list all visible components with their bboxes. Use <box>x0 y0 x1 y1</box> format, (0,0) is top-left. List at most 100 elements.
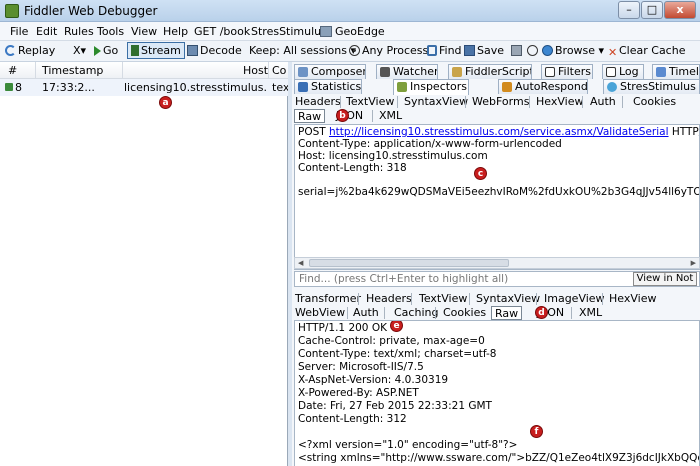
fiddlerscript-icon <box>452 67 462 77</box>
scrollbar-thumb[interactable] <box>309 259 509 267</box>
screenshot-button[interactable] <box>511 44 524 57</box>
tab-inspectors[interactable]: Inspectors <box>393 79 469 95</box>
response-xml-declaration: <?xml version="1.0" encoding="utf-8"?> <box>298 439 518 451</box>
replay-button[interactable]: Replay <box>5 44 55 57</box>
tab-stresstimulus[interactable]: StresStimulus <box>603 79 700 94</box>
request-tab-cookies[interactable]: Cookies <box>633 95 676 109</box>
tab-autoresponder[interactable]: AutoResponder <box>498 79 588 94</box>
response-tab-cookies[interactable]: Cookies <box>443 306 486 320</box>
tab-log[interactable]: Log <box>602 64 644 79</box>
remove-button[interactable]: X▾ <box>73 44 86 57</box>
column-host[interactable]: Host <box>243 64 268 77</box>
response-tab-auth[interactable]: Auth <box>353 306 379 320</box>
minimize-button[interactable]: – <box>618 1 640 19</box>
session-host: licensing10.stresstimulus.com <box>124 81 267 94</box>
response-tabs-row-1: Transformer Headers TextView SyntaxView … <box>292 292 700 306</box>
window-title: Fiddler Web Debugger <box>24 4 158 18</box>
response-line: Cache-Control: private, max-age=0 <box>298 335 485 347</box>
request-horizontal-scrollbar[interactable]: ◀ ▶ <box>294 257 700 269</box>
globe-icon <box>542 45 553 56</box>
session-list-header: # Timestamp Host Co <box>0 62 288 79</box>
keep-sessions-dropdown[interactable]: Keep: All sessions ▾ <box>249 44 356 57</box>
composer-icon <box>298 67 308 77</box>
response-tab-webview[interactable]: WebView <box>295 306 345 320</box>
session-row[interactable]: 8 17:33:2... licensing10.stresstimulus.c… <box>0 79 288 96</box>
tab-fiddlerscript[interactable]: FiddlerScript <box>448 64 532 79</box>
inspector-panel: Composer Watcher FiddlerScript Filters L… <box>292 62 700 466</box>
save-button[interactable]: Save <box>464 44 504 57</box>
request-tab-syntaxview[interactable]: SyntaxView <box>404 95 468 109</box>
view-in-notepad-button[interactable]: View in Not <box>633 272 697 286</box>
menu-stresstimulus[interactable]: StresStimulus <box>251 25 327 38</box>
maximize-button[interactable]: □ <box>641 1 663 19</box>
browse-button[interactable]: Browse ▾ <box>542 44 604 57</box>
menu-get-book[interactable]: GET /book <box>194 25 250 38</box>
decode-button[interactable]: Decode <box>187 44 242 57</box>
stream-icon <box>131 45 139 56</box>
response-tab-caching[interactable]: Caching <box>394 306 438 320</box>
toolbar: Replay X▾ Go Stream Decode Keep: All ses… <box>0 41 700 62</box>
response-tab-hexview[interactable]: HexView <box>609 292 656 306</box>
tab-composer[interactable]: Composer <box>294 64 366 79</box>
response-line: Content-Type: text/xml; charset=utf-8 <box>298 348 497 360</box>
timer-button[interactable] <box>527 44 540 57</box>
session-timestamp: 17:33:2... <box>42 81 95 94</box>
response-tab-xml[interactable]: XML <box>579 306 602 320</box>
request-tab-headers[interactable]: Headers <box>295 95 341 109</box>
inspectors-icon <box>397 82 407 92</box>
request-tab-raw[interactable]: Raw <box>294 109 326 123</box>
log-icon <box>606 67 616 77</box>
request-tabs-row-2: Raw JSON XML <box>292 109 700 123</box>
request-tab-hexview[interactable]: HexView <box>536 95 583 109</box>
tab-timeline[interactable]: Timeline <box>652 64 700 79</box>
tab-filters[interactable]: Filters <box>541 64 593 79</box>
menu-bar: File Edit Rules Tools View Help GET /boo… <box>0 22 700 41</box>
decode-icon <box>187 45 198 56</box>
response-tab-headers[interactable]: Headers <box>366 292 412 306</box>
tab-watcher[interactable]: Watcher <box>376 64 438 79</box>
annotation-marker-c: c <box>474 167 487 180</box>
column-content[interactable]: Co <box>272 64 286 77</box>
response-line: Content-Length: 312 <box>298 413 407 425</box>
tabs-row-1: Composer Watcher FiddlerScript Filters L… <box>292 64 700 79</box>
menu-file[interactable]: File <box>10 25 28 38</box>
request-url-link[interactable]: http://licensing10.stresstimulus.com/ser… <box>329 126 669 138</box>
request-tab-textview[interactable]: TextView <box>346 95 394 109</box>
request-tab-webforms[interactable]: WebForms <box>472 95 529 109</box>
menu-edit[interactable]: Edit <box>36 25 57 38</box>
timeline-icon <box>656 67 666 77</box>
request-tab-auth[interactable]: Auth <box>590 95 616 109</box>
menu-help[interactable]: Help <box>163 25 188 38</box>
response-tab-raw[interactable]: Raw <box>491 306 523 320</box>
any-process-button[interactable]: Any Process <box>349 44 428 57</box>
clear-cache-button[interactable]: ✕ Clear Cache <box>608 44 685 59</box>
annotation-marker-d: d <box>535 306 548 319</box>
response-tab-syntaxview[interactable]: SyntaxView <box>476 292 540 306</box>
request-tab-xml[interactable]: XML <box>379 109 402 123</box>
response-line: HTTP/1.1 200 OK <box>298 322 387 334</box>
menu-rules[interactable]: Rules <box>64 25 94 38</box>
replay-icon <box>5 45 16 56</box>
response-ok-icon <box>5 83 13 91</box>
response-tab-imageview[interactable]: ImageView <box>544 292 605 306</box>
tab-statistics[interactable]: Statistics <box>294 79 362 94</box>
request-raw-text[interactable]: POST http://licensing10.stresstimulus.co… <box>294 124 700 270</box>
menu-view[interactable]: View <box>131 25 157 38</box>
response-xml-string: <string xmlns="http://www.ssware.com/">b… <box>298 452 699 464</box>
go-button[interactable]: Go <box>94 44 118 57</box>
camera-icon <box>511 45 522 56</box>
menu-tools[interactable]: Tools <box>97 25 124 38</box>
response-raw-text[interactable]: HTTP/1.1 200 OK Cache-Control: private, … <box>294 320 700 466</box>
find-input[interactable]: Find... (press Ctrl+Enter to highlight a… <box>299 273 508 285</box>
response-tab-transformer[interactable]: Transformer <box>295 292 361 306</box>
column-timestamp[interactable]: Timestamp <box>42 64 103 77</box>
stream-button[interactable]: Stream <box>127 42 185 59</box>
find-button[interactable]: Find <box>427 44 462 57</box>
request-line: POST http://licensing10.stresstimulus.co… <box>298 126 699 138</box>
response-tab-textview[interactable]: TextView <box>419 292 467 306</box>
menu-geoedge[interactable]: GeoEdge <box>335 25 385 38</box>
statistics-icon <box>298 82 308 92</box>
close-button[interactable]: x <box>664 1 696 19</box>
column-number[interactable]: # <box>8 64 17 77</box>
clear-cache-icon: ✕ <box>608 46 618 59</box>
